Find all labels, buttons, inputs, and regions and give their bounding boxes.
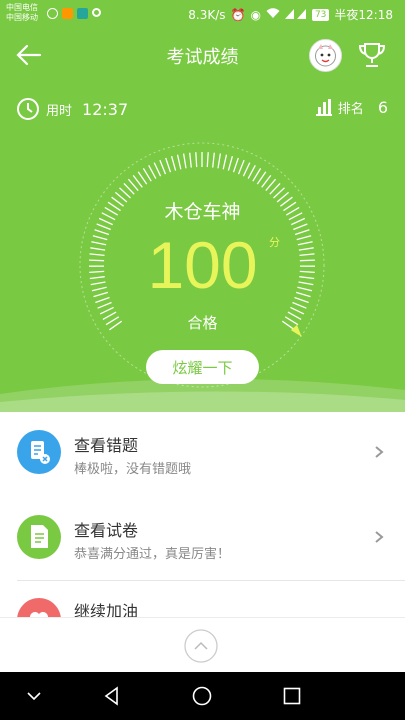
gauge-tick (148, 164, 157, 179)
list-item-wrong-questions[interactable]: 查看错题 棒极啦，没有错题哦 (0, 412, 405, 497)
triangle-back-icon (104, 686, 118, 706)
list-item-subtitle: 恭喜满分通过，真是厉害！ (74, 547, 231, 562)
gauge-tick (252, 168, 262, 182)
list-item-title: 查看错题 (74, 436, 139, 455)
chevron-down-icon (27, 692, 41, 701)
wrong-questions-icon (17, 430, 61, 474)
gauge-tick (212, 152, 215, 168)
nav-hide-button[interactable] (22, 684, 46, 708)
gauge-tick (256, 171, 267, 185)
gauge-tick (247, 164, 256, 179)
bottom-bar (0, 617, 405, 673)
gauge-tick (227, 156, 234, 171)
square-recents-icon (283, 687, 301, 705)
gauge-tick (189, 152, 192, 168)
chevron-up-icon (184, 629, 218, 663)
chevron-right-icon (375, 531, 384, 543)
list-item-title: 查看试卷 (74, 521, 139, 540)
gauge-tick (195, 152, 198, 168)
gauge-tick (165, 157, 172, 173)
circle-home-icon (192, 686, 212, 706)
header-wave (0, 378, 405, 412)
chevron-right-icon (375, 446, 384, 458)
gauge-tick (142, 168, 152, 182)
gauge-tick (153, 162, 162, 177)
nav-recents-button[interactable] (280, 684, 304, 708)
score-value: 100 (147, 228, 258, 302)
nav-home-button[interactable] (190, 684, 214, 708)
gauge-tick (159, 159, 167, 175)
heart-icon (17, 598, 61, 617)
expand-button[interactable] (184, 629, 218, 663)
exam-paper-icon (17, 515, 61, 559)
system-nav-bar (0, 672, 405, 720)
grade-label: 合格 (187, 314, 218, 332)
gauge-tick (237, 159, 245, 175)
gauge-tick (217, 153, 222, 169)
divider (17, 580, 405, 581)
gauge-tick (232, 157, 239, 173)
action-list: 查看错题 棒极啦，没有错题哦 查看试卷 恭喜满分通过，真是厉害！ 继续加油 (0, 412, 405, 617)
gauge-tick (222, 154, 228, 170)
gauge-tick (137, 171, 148, 185)
gauge-tick (242, 162, 251, 177)
username: 木仓车神 (164, 201, 241, 223)
list-item-subtitle: 棒极啦，没有错题哦 (74, 462, 192, 477)
gauge-tick (206, 152, 209, 168)
result-header: 中国电信 中国移动 8.3K/s ⏰ ◉ 73 半夜12:18 考试成绩 用时 … (0, 0, 405, 412)
gauge-tick (170, 156, 177, 171)
list-item-exam-paper[interactable]: 查看试卷 恭喜满分通过，真是厉害！ (0, 497, 405, 582)
score-unit: 分 (269, 236, 280, 249)
list-item-keep-going[interactable]: 继续加油 (0, 582, 405, 617)
nav-back-button[interactable] (100, 684, 124, 708)
list-item-title: 继续加油 (74, 602, 139, 617)
gauge-tick (176, 154, 182, 170)
gauge-tick (182, 153, 187, 169)
